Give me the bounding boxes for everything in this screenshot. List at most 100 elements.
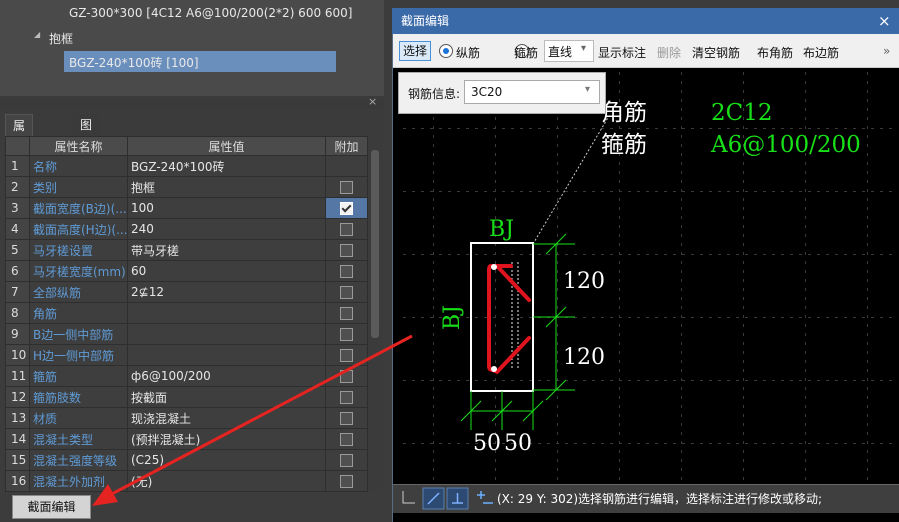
table-row[interactable]: 6 马牙槎宽度(mm) 60 <box>5 260 368 282</box>
property-value[interactable]: ф6@100/200 <box>127 365 326 387</box>
dim-text-50-right[interactable]: 50 <box>504 431 532 456</box>
tree-item-bgz[interactable]: BGZ-240*100砖 [100] <box>69 54 199 71</box>
corner-rebar-value[interactable]: 2C12 <box>711 100 773 126</box>
attach-checkbox[interactable] <box>340 244 353 257</box>
property-value[interactable] <box>127 302 326 324</box>
property-value[interactable]: 60 <box>127 260 326 282</box>
attach-checkbox[interactable] <box>340 307 353 320</box>
close-icon[interactable]: × <box>878 8 891 34</box>
radio-longitudinal[interactable] <box>439 44 453 58</box>
property-value[interactable]: 带马牙槎 <box>127 239 326 261</box>
bj-label-side[interactable]: BJ <box>440 305 465 330</box>
grid-dot-h <box>817 191 820 192</box>
attach-cell <box>325 218 368 240</box>
corner-rebar-top[interactable] <box>491 264 497 270</box>
splitter[interactable]: × <box>0 95 384 109</box>
grid-dot-v <box>681 351 682 354</box>
table-row[interactable]: 12 箍筋肢数 按截面 <box>5 386 368 408</box>
table-row[interactable]: 13 材质 现浇混凝土 <box>5 407 368 429</box>
table-row[interactable]: 8 角筋 <box>5 302 368 324</box>
table-row[interactable]: 15 混凝土强度等级 (C25) <box>5 449 368 471</box>
grid-dot-h <box>664 128 667 129</box>
grid-dot-v <box>681 441 682 444</box>
attach-checkbox[interactable] <box>340 475 353 488</box>
table-row[interactable]: 1 名称 BGZ-240*100砖 <box>5 155 368 177</box>
clear-rebar-button[interactable]: 清空钢筋 <box>692 44 740 61</box>
property-value[interactable] <box>127 344 326 366</box>
dim-text-120-top[interactable]: 120 <box>563 269 605 294</box>
delete-button[interactable]: 删除 <box>657 44 681 61</box>
dialog-title-bar[interactable]: 截面编辑 × <box>392 8 899 34</box>
attach-checkbox[interactable] <box>340 202 353 215</box>
tree-item-gz[interactable]: GZ-300*300 [4C12 A6@100/200(2*2) 600 600… <box>69 6 353 20</box>
property-value[interactable]: 抱框 <box>127 176 326 198</box>
property-value[interactable]: 100 <box>127 197 326 219</box>
ortho-icon[interactable] <box>402 491 415 504</box>
stirrup-label[interactable]: 箍筋 <box>514 44 538 61</box>
drawing-canvas[interactable]: BJ BJ 120 120 50 50 角筋 2C12 箍筋 A6@100/20… <box>393 68 899 484</box>
grid-dot-h <box>457 128 460 129</box>
table-row[interactable]: 9 B边一侧中部筋 <box>5 323 368 345</box>
grid-dot-v <box>557 396 558 399</box>
attach-checkbox[interactable] <box>340 181 353 194</box>
bj-label-top[interactable]: BJ <box>489 217 514 242</box>
select-button[interactable]: 选择 <box>399 41 431 61</box>
show-labels-button[interactable]: 显示标注 <box>598 44 646 61</box>
tree-item-baokuang[interactable]: 抱框 <box>49 30 73 47</box>
add-icon[interactable] <box>477 491 493 504</box>
table-row[interactable]: 3 截面宽度(B边)(... 100 <box>5 197 368 219</box>
table-row[interactable]: 7 全部纵筋 2⊈12 <box>5 281 368 303</box>
grid-dot-v <box>805 126 806 129</box>
stirrup-rebar-value[interactable]: A6@100/200 <box>710 132 861 158</box>
grid-dot-h <box>727 317 730 318</box>
section-edit-button[interactable]: 截面编辑 <box>12 495 91 519</box>
attach-checkbox[interactable] <box>340 454 353 467</box>
property-value[interactable]: 2⊈12 <box>127 281 326 303</box>
property-value[interactable]: (C25) <box>127 449 326 471</box>
table-row[interactable]: 16 混凝土外加剂 (无) <box>5 470 368 492</box>
attach-checkbox[interactable] <box>340 265 353 278</box>
property-value[interactable]: (无) <box>127 470 326 492</box>
table-row[interactable]: 2 类别 抱框 <box>5 176 368 198</box>
scrollbar[interactable] <box>371 150 379 338</box>
dim-text-50-left[interactable]: 50 <box>473 431 501 456</box>
property-value[interactable] <box>127 323 326 345</box>
dim-text-120-bottom[interactable]: 120 <box>563 345 605 370</box>
table-row[interactable]: 11 箍筋 ф6@100/200 <box>5 365 368 387</box>
attach-checkbox[interactable] <box>340 328 353 341</box>
property-value[interactable]: (预拌混凝土) <box>127 428 326 450</box>
attach-checkbox[interactable] <box>340 223 353 236</box>
longitudinal-label[interactable]: 纵筋 <box>456 44 480 61</box>
edge-rebar-button[interactable]: 布边筋 <box>803 44 839 61</box>
property-value[interactable]: 按截面 <box>127 386 326 408</box>
grid-dot-v <box>867 189 868 192</box>
attach-checkbox[interactable] <box>340 286 353 299</box>
attach-cell <box>325 155 368 177</box>
table-row[interactable]: 10 H边一侧中部筋 <box>5 344 368 366</box>
attach-checkbox[interactable] <box>340 412 353 425</box>
property-value[interactable]: BGZ-240*100砖 <box>127 155 326 177</box>
property-value[interactable]: 240 <box>127 218 326 240</box>
line-mode-dropdown[interactable]: 直线 ▾ <box>544 40 594 62</box>
property-value[interactable]: 现浇混凝土 <box>127 407 326 429</box>
tab-layer-management[interactable]: 图层管理 <box>73 114 100 198</box>
grid-dot-h <box>655 191 658 192</box>
grid-dot-v <box>433 351 434 354</box>
panel-close-icon[interactable]: × <box>368 95 377 108</box>
table-row[interactable]: 14 混凝土类型 (预拌混凝土) <box>5 428 368 450</box>
tree-expander-icon[interactable]: ◢ <box>34 30 40 39</box>
grid-dot-h <box>799 443 802 444</box>
table-row[interactable]: 4 截面高度(H边)(... 240 <box>5 218 368 240</box>
attach-checkbox[interactable] <box>340 370 353 383</box>
corner-rebar-bottom[interactable] <box>491 366 497 372</box>
attach-checkbox[interactable] <box>340 349 353 362</box>
attach-checkbox[interactable] <box>340 433 353 446</box>
tab-property-list[interactable]: 属性列表 <box>5 114 34 199</box>
corner-rebar-button[interactable]: 布角筋 <box>757 44 793 61</box>
table-row[interactable]: 5 马牙槎设置 带马牙槎 <box>5 239 368 261</box>
attach-checkbox[interactable] <box>340 391 353 404</box>
grid-dot-v <box>433 216 434 219</box>
more-icon[interactable]: » <box>883 44 890 58</box>
rebar-info-select[interactable]: 3C20 ▾ <box>464 80 600 104</box>
grid-dot-v <box>681 423 682 426</box>
